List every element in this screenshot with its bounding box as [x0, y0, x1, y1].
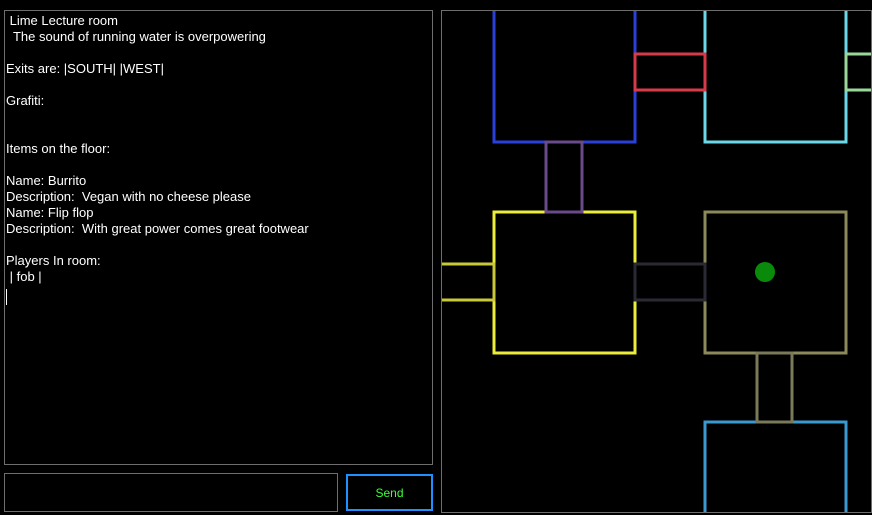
map-panel — [441, 10, 872, 513]
command-input[interactable] — [4, 473, 338, 512]
west-room-yellow — [492, 210, 637, 355]
output-line: Description: With great power comes grea… — [6, 221, 309, 236]
output-line: Items on the floor: — [6, 141, 111, 156]
north-room — [492, 11, 637, 144]
current-room — [703, 210, 848, 355]
text-output-panel[interactable]: Lime Lecture room The sound of running w… — [4, 10, 433, 465]
output-line: Exits are: |SOUTH| |WEST| — [6, 61, 164, 76]
yellow-corridor — [442, 262, 496, 302]
green-corridor — [844, 52, 871, 92]
purple-corridor — [544, 140, 584, 214]
output-line: The sound of running water is overpoweri… — [6, 29, 266, 44]
text-caret — [6, 289, 7, 305]
olive-corridor — [755, 351, 794, 424]
output-line: Name: Flip flop — [6, 205, 94, 220]
output-line: Grafiti: — [6, 93, 45, 108]
output-line: Description: Vegan with no cheese please — [6, 189, 251, 204]
output-line: Lime Lecture room — [6, 13, 118, 28]
south-room — [703, 420, 848, 512]
player-marker — [755, 262, 775, 282]
dark-corridor — [633, 262, 707, 302]
output-line: Name: Burrito — [6, 173, 87, 188]
output-line: Players In room: — [6, 253, 101, 268]
output-line: | fob | — [6, 269, 42, 284]
northeast-room — [703, 11, 848, 144]
red-corridor — [633, 52, 707, 92]
send-button[interactable]: Send — [346, 474, 433, 511]
